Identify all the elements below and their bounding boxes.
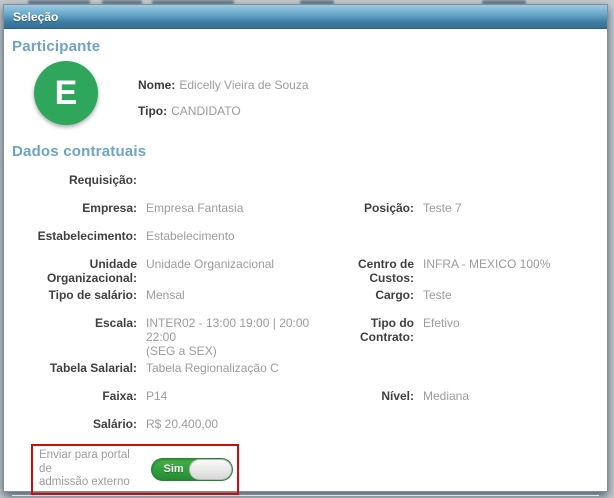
participant-section-heading: Participante xyxy=(12,38,599,55)
contract-fields-grid: Requisição: Empresa: Empresa Fantasia Po… xyxy=(12,170,599,442)
field-value: P14 xyxy=(137,386,319,414)
field-value: INFRA - MEXICO 100% xyxy=(414,254,599,285)
field-value: Teste xyxy=(414,285,599,313)
participant-fields: Nome: Edicelly Vieira de Souza Tipo: CANDI… xyxy=(138,78,309,130)
selection-dialog: Seleção Participante E Nome: Edicelly Vie… xyxy=(3,4,608,492)
field-label: Unidade Organizacional: xyxy=(12,254,137,285)
field-value: Teste 7 xyxy=(414,198,599,226)
field-label: Tipo de salário: xyxy=(12,285,137,313)
field-label: Estabelecimento: xyxy=(12,226,137,254)
dialog-footer: Cancelar Salvar xyxy=(12,495,599,498)
dialog-title: Seleção xyxy=(13,10,58,24)
toggle-knob[interactable] xyxy=(189,459,232,480)
field-label: Salário: xyxy=(12,414,137,442)
field-label: Faixa: xyxy=(12,386,137,414)
field-value xyxy=(414,414,599,442)
field-label: Escala: xyxy=(12,313,137,358)
field-value: Empresa Fantasia xyxy=(137,198,319,226)
name-label: Nome: xyxy=(138,78,175,92)
field-label xyxy=(319,358,414,386)
field-value xyxy=(414,358,599,386)
field-label: Empresa: xyxy=(12,198,137,226)
participant-type-row: Tipo: CANDIDATO xyxy=(138,104,309,118)
field-label: Nível: xyxy=(319,386,414,414)
name-value: Edicelly Vieira de Souza xyxy=(179,78,308,92)
field-value: Mediana xyxy=(414,386,599,414)
participant-name-row: Nome: Edicelly Vieira de Souza xyxy=(138,78,309,92)
annotation-highlight-box: Enviar para portal de admissão externo S… xyxy=(31,444,239,495)
field-label: Cargo: xyxy=(319,285,414,313)
type-label: Tipo: xyxy=(138,104,167,118)
participant-summary: E Nome: Edicelly Vieira de Souza Tipo: CAN… xyxy=(34,61,599,130)
participant-avatar: E xyxy=(34,61,98,125)
type-value: CANDIDATO xyxy=(171,104,241,118)
field-value: INTER02 - 13:00 19:00 | 20:00 22:00 (SEG… xyxy=(137,313,319,358)
field-label: Posição: xyxy=(319,198,414,226)
field-value: Efetivo xyxy=(414,313,599,358)
field-value xyxy=(414,170,599,198)
avatar-initial: E xyxy=(55,74,78,113)
field-label: Requisição: xyxy=(12,170,137,198)
dialog-titlebar[interactable]: Seleção xyxy=(4,5,607,29)
field-value: Unidade Organizacional xyxy=(137,254,319,285)
field-label: Centro de Custos: xyxy=(319,254,414,285)
field-label xyxy=(319,226,414,254)
field-value: Tabela Regionalização C xyxy=(137,358,319,386)
external-portal-toggle[interactable]: Sim xyxy=(151,458,233,481)
dialog-body: Participante E Nome: Edicelly Vieira de S… xyxy=(4,29,607,498)
field-value: R$ 20.400,00 xyxy=(137,414,319,442)
field-value: Mensal xyxy=(137,285,319,313)
field-label: Tipo do Contrato: xyxy=(319,313,414,358)
field-label: Tabela Salarial: xyxy=(12,358,137,386)
external-portal-label: Enviar para portal de admissão externo xyxy=(39,449,146,490)
contract-section-heading: Dados contratuais xyxy=(12,143,599,160)
field-value xyxy=(137,170,319,198)
field-label xyxy=(319,414,414,442)
field-label xyxy=(319,170,414,198)
field-value: Estabelecimento xyxy=(137,226,319,254)
field-value xyxy=(414,226,599,254)
